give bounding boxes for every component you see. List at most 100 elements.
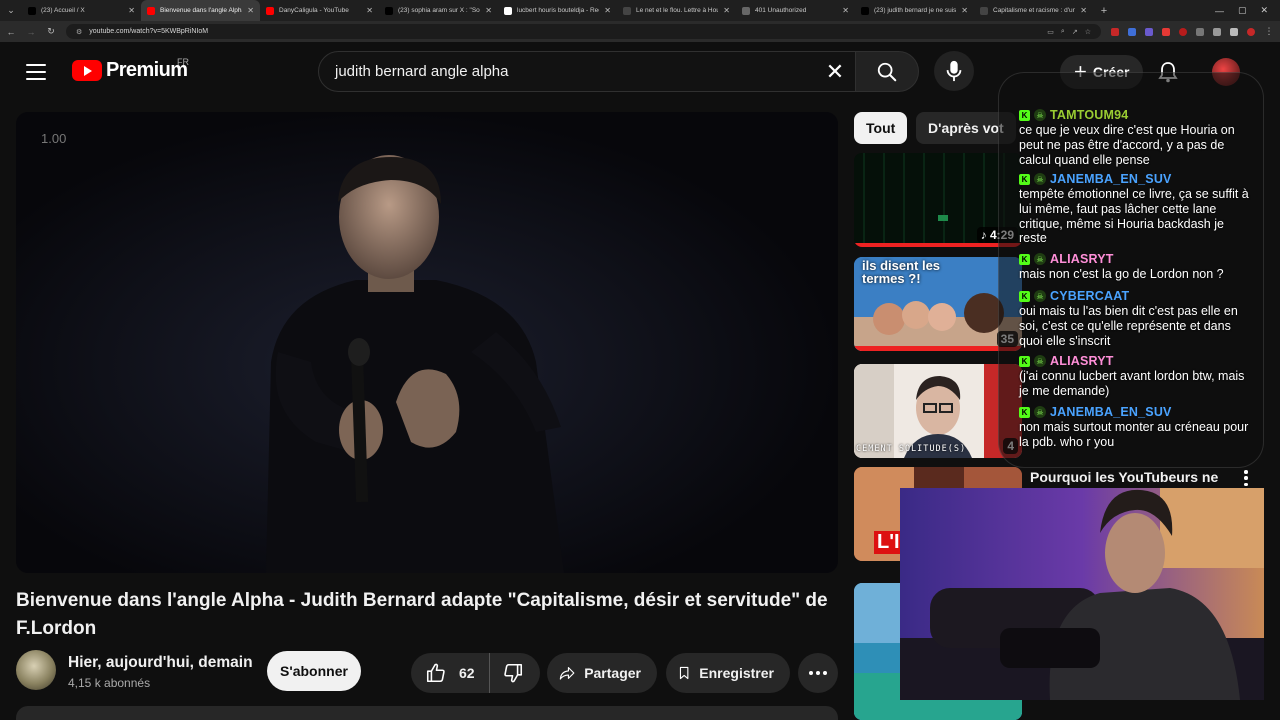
description-box[interactable] bbox=[16, 706, 838, 720]
close-tab-icon[interactable]: ✕ bbox=[247, 6, 254, 15]
profile-icon[interactable] bbox=[1247, 27, 1255, 36]
reload-icon[interactable]: ↻ bbox=[46, 26, 56, 37]
search-button[interactable] bbox=[855, 51, 919, 92]
share-arrow-icon bbox=[559, 667, 575, 680]
close-tab-icon[interactable]: ✕ bbox=[604, 6, 611, 15]
dislike-button[interactable] bbox=[490, 653, 536, 693]
menu-icon[interactable] bbox=[26, 64, 46, 80]
tab-search-icon[interactable]: ⌄ bbox=[0, 5, 22, 16]
channel-name[interactable]: Hier, aujourd'hui, demain bbox=[68, 654, 253, 672]
share-button[interactable]: Partager bbox=[547, 653, 657, 693]
channel-avatar[interactable] bbox=[16, 650, 56, 690]
browser-tab[interactable]: lucbert houris bouteldja - Rech ✕ bbox=[498, 0, 617, 21]
clear-search-icon[interactable]: ✕ bbox=[823, 59, 847, 84]
chat-username[interactable]: JANEMBA_EN_SUV bbox=[1050, 172, 1172, 186]
browser-tab[interactable]: Le net et le flou. Lettre à Houria ✕ bbox=[617, 0, 736, 21]
youtube-logo-icon bbox=[72, 60, 102, 81]
extension-stop-icon[interactable] bbox=[1179, 27, 1187, 36]
browser-menu-icon[interactable]: ⋮ bbox=[1264, 26, 1274, 37]
cast-icon[interactable]: ▭ bbox=[1047, 28, 1054, 36]
share-page-icon[interactable]: ↗ bbox=[1072, 28, 1078, 36]
chat-username[interactable]: ALIASRYT bbox=[1050, 354, 1114, 368]
search-query: judith bernard angle alpha bbox=[335, 63, 509, 80]
voice-search-button[interactable] bbox=[934, 51, 974, 91]
chat-username[interactable]: CYBERCAAT bbox=[1050, 289, 1129, 303]
zoom-icon[interactable]: ⌕ bbox=[1061, 28, 1065, 36]
tab-title: (23) judith bernard je ne suis pl bbox=[874, 7, 957, 14]
thumbs-up-icon bbox=[426, 663, 445, 683]
close-tab-icon[interactable]: ✕ bbox=[366, 6, 373, 15]
close-tab-icon[interactable]: ✕ bbox=[128, 6, 135, 15]
kick-badge-icon: K bbox=[1019, 253, 1030, 265]
browser-tab[interactable]: (23) sophia aram sur X : "Solnic ✕ bbox=[379, 0, 498, 21]
extensions-puzzle-icon[interactable] bbox=[1213, 27, 1221, 36]
thumbnail-text: L'I bbox=[874, 531, 903, 554]
maximize-icon[interactable]: ▢ bbox=[1238, 5, 1247, 16]
kick-badge-icon: K bbox=[1019, 290, 1030, 302]
close-tab-icon[interactable]: ✕ bbox=[842, 6, 849, 15]
chat-username[interactable]: ALIASRYT bbox=[1050, 252, 1114, 266]
recommendation-thumbnail[interactable]: CEMENT SOLITUDE(S) 4 bbox=[854, 364, 1022, 458]
share-label: Partager bbox=[584, 665, 641, 681]
address-bar-row: ← → ↻ ⚙ youtube.com/watch?v=5KWBpRiNIoM … bbox=[0, 21, 1280, 42]
thumbs-down-icon bbox=[503, 663, 522, 683]
logo-text: Premium bbox=[106, 59, 188, 81]
extension-red2-icon[interactable] bbox=[1162, 27, 1170, 36]
extension-red-icon[interactable] bbox=[1111, 27, 1119, 36]
skull-badge-icon: ☠ bbox=[1034, 290, 1046, 302]
close-tab-icon[interactable]: ✕ bbox=[1080, 6, 1087, 15]
download-icon[interactable] bbox=[1230, 27, 1238, 36]
recommendation-title[interactable]: Pourquoi les YouTubeurs ne bbox=[1030, 469, 1218, 485]
save-button[interactable]: Enregistrer bbox=[666, 653, 790, 693]
recommendation-thumbnail[interactable]: ils disent les termes ?! 35 bbox=[854, 257, 1022, 351]
browser-tab[interactable]: 401 Unauthorized ✕ bbox=[736, 0, 855, 21]
site-info-icon[interactable]: ⚙ bbox=[76, 28, 82, 36]
chat-text: oui mais tu l'as bien dit c'est pas elle… bbox=[1019, 304, 1238, 348]
recommendation-menu-icon[interactable] bbox=[1242, 470, 1250, 486]
skull-badge-icon: ☠ bbox=[1034, 109, 1046, 121]
close-tab-icon[interactable]: ✕ bbox=[485, 6, 492, 15]
search-icon bbox=[877, 62, 897, 81]
browser-tab[interactable]: (23) judith bernard je ne suis pl ✕ bbox=[855, 0, 974, 21]
kick-badge-icon: K bbox=[1019, 355, 1030, 367]
bookmark-star-icon[interactable]: ☆ bbox=[1085, 28, 1091, 36]
video-player[interactable]: 1.00 bbox=[16, 112, 838, 573]
chat-text: ce que je veux dire c'est que Houria on … bbox=[1019, 123, 1235, 167]
browser-tab[interactable]: Capitalisme et racisme : d'une ✕ bbox=[974, 0, 1093, 21]
subscribe-button[interactable]: S'abonner bbox=[267, 651, 361, 691]
chip-all[interactable]: Tout bbox=[854, 112, 908, 144]
chat-username[interactable]: TAMTOUM94 bbox=[1050, 108, 1128, 122]
extensions-row: ⋮ bbox=[1111, 26, 1274, 37]
back-icon[interactable]: ← bbox=[6, 27, 16, 37]
browser-tab[interactable]: DanyCaligula - YouTube ✕ bbox=[260, 0, 379, 21]
like-button[interactable]: 62 bbox=[411, 653, 490, 693]
browser-tab[interactable]: Bienvenue dans l'angle Alpha ✕ bbox=[141, 0, 260, 21]
close-tab-icon[interactable]: ✕ bbox=[961, 6, 968, 15]
browser-tab-bar: ⌄ (23) Accueil / X ✕ Bienvenue dans l'angl… bbox=[0, 0, 1280, 21]
close-window-icon[interactable]: ✕ bbox=[1260, 5, 1268, 16]
microphone-icon bbox=[946, 60, 962, 82]
recommendation-thumbnail[interactable]: ♪ 4:29 bbox=[854, 153, 1022, 247]
bookmark-icon bbox=[679, 666, 689, 680]
extension-blue-icon[interactable] bbox=[1128, 27, 1136, 36]
video-frame bbox=[16, 112, 838, 573]
minimize-icon[interactable]: — bbox=[1215, 6, 1224, 16]
chat-text: tempête émotionnel ce livre, ça se suffi… bbox=[1019, 187, 1249, 246]
close-tab-icon[interactable]: ✕ bbox=[723, 6, 730, 15]
url-field[interactable]: ⚙ youtube.com/watch?v=5KWBpRiNIoM ▭ ⌕ ↗ … bbox=[66, 24, 1101, 39]
logo-region: FR bbox=[177, 57, 189, 67]
new-tab-button[interactable]: + bbox=[1093, 5, 1115, 17]
extension-grey-icon[interactable] bbox=[1196, 27, 1204, 36]
youtube-logo-icon bbox=[266, 6, 274, 15]
article-logo-icon bbox=[623, 6, 631, 15]
youtube-premium-logo[interactable]: Premium bbox=[72, 59, 188, 82]
browser-tab[interactable]: (23) Accueil / X ✕ bbox=[22, 0, 141, 21]
forward-icon[interactable]: → bbox=[26, 27, 36, 37]
search-input[interactable]: judith bernard angle alpha ✕ bbox=[318, 51, 856, 92]
more-actions-button[interactable] bbox=[798, 653, 838, 693]
video-title: Bienvenue dans l'angle Alpha - Judith Be… bbox=[16, 590, 828, 639]
like-count: 62 bbox=[459, 665, 475, 681]
skull-badge-icon: ☠ bbox=[1034, 173, 1046, 185]
extension-purple-icon[interactable] bbox=[1145, 27, 1153, 36]
chat-username[interactable]: JANEMBA_EN_SUV bbox=[1050, 405, 1172, 419]
